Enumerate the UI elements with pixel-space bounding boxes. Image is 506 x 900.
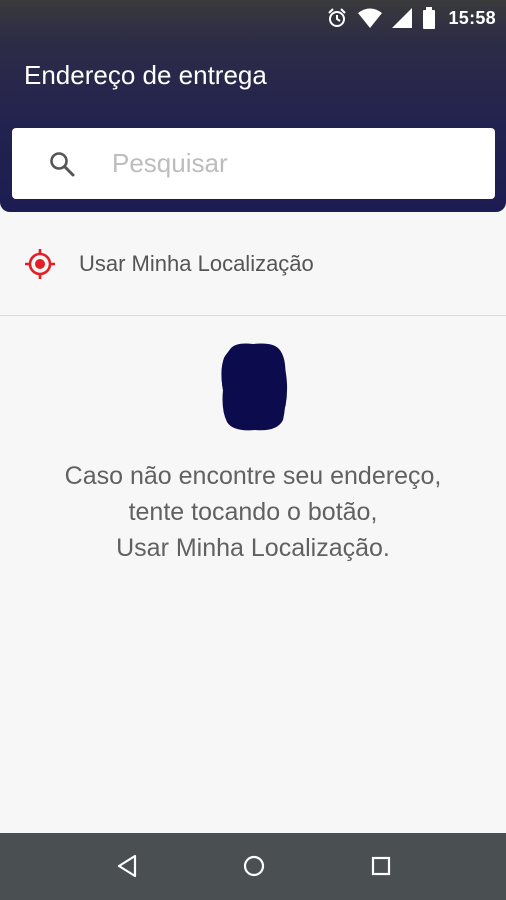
empty-state-line: Usar Minha Localização. [116,534,390,562]
system-navigation-bar [0,833,506,900]
empty-state-line: Caso não encontre seu endereço, [64,462,442,490]
empty-state-message: Caso não encontre seu endereço, tente to… [0,458,506,566]
search-input[interactable] [112,140,482,186]
status-bar: 15:58 [0,0,506,36]
empty-state-line: tente tocando o botão, [128,498,378,526]
status-time: 15:58 [448,7,496,28]
search-icon [48,150,76,183]
home-icon[interactable] [242,853,266,879]
redacted-illustration [217,340,289,439]
page-title: Endereço de entrega [24,60,267,90]
back-icon[interactable] [115,853,139,879]
alarm-clock-icon [326,7,348,29]
recents-icon[interactable] [369,853,393,879]
cellular-signal-icon [392,8,413,28]
use-my-location-label: Usar Minha Localização [79,251,314,276]
search-box[interactable] [12,128,495,199]
app-header: 15:58 Endereço de entrega [0,0,506,212]
use-my-location-button[interactable]: Usar Minha Localização [0,214,506,316]
location-target-icon [24,248,56,285]
battery-icon [422,7,436,29]
wifi-icon [358,8,383,28]
